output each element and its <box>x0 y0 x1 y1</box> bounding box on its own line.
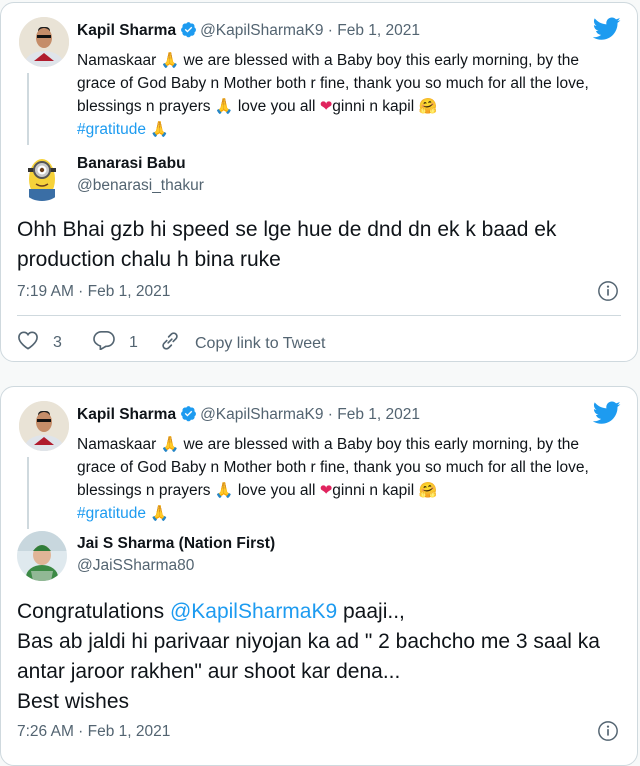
reply-author-name[interactable]: Jai S Sharma (Nation First) <box>77 535 275 553</box>
tweet-date[interactable]: Feb 1, 2021 <box>337 22 420 39</box>
tweet-card: Kapil Sharma @KapilSharmaK9 · Feb 1, 2021… <box>0 386 638 766</box>
text-segment: Namaskaar <box>77 52 157 69</box>
pray-emoji: 🙏 <box>150 504 169 522</box>
text-segment: paaji.., <box>337 600 405 623</box>
author-name[interactable]: Kapil Sharma <box>77 406 176 423</box>
text-segment: Congratulations <box>17 600 170 623</box>
author-handle[interactable]: @KapilSharmaK9 <box>200 406 323 423</box>
tweet-card: Kapil Sharma @KapilSharmaK9 · Feb 1, 2021… <box>0 2 638 362</box>
copy-link-label: Copy link to Tweet <box>195 334 326 352</box>
twitter-bird-icon[interactable] <box>592 401 621 430</box>
text-segment: Bas ab jaldi hi parivaar niyojan ka ad "… <box>17 630 600 683</box>
avatar-kapil-sharma[interactable] <box>19 17 69 67</box>
author-name[interactable]: Kapil Sharma <box>77 22 176 39</box>
reply-author-handle[interactable]: @benarasi_thakur <box>77 177 204 195</box>
pray-emoji: 🙏 <box>160 51 180 69</box>
quoted-header: Kapil Sharma @KapilSharmaK9 · Feb 1, 2021 <box>77 21 420 43</box>
reply-text: Congratulations @KapilSharmaK9 paaji.., B… <box>17 597 617 717</box>
pray-emoji: 🙏 <box>160 435 180 453</box>
info-icon[interactable] <box>597 280 619 307</box>
reply-author-handle[interactable]: @JaiSSharma80 <box>77 557 194 575</box>
pray-emoji: 🙏 <box>214 97 234 115</box>
reply-icon <box>93 330 129 355</box>
thread-line <box>27 457 29 529</box>
twitter-bird-icon[interactable] <box>592 17 621 46</box>
avatar-banarasi-babu[interactable] <box>17 151 67 201</box>
pray-emoji: 🙏 <box>150 120 169 138</box>
thread-line <box>27 73 29 145</box>
divider <box>17 315 621 316</box>
like-count: 3 <box>53 333 62 351</box>
heart-emoji: ❤ <box>319 481 333 499</box>
text-segment: ginni n kapil <box>332 98 419 115</box>
reply-timestamp[interactable]: 7:19 AM · Feb 1, 2021 <box>17 283 170 301</box>
hashtag-link[interactable]: #gratitude <box>77 505 146 522</box>
reply-count: 1 <box>129 333 138 351</box>
text-segment: ginni n kapil <box>332 482 419 499</box>
reply-text: Ohh Bhai gzb hi speed se lge hue de dnd … <box>17 218 557 271</box>
copy-link-button[interactable]: Copy link to Tweet <box>159 330 325 357</box>
avatar-jai-s-sharma[interactable] <box>17 531 67 581</box>
info-icon[interactable] <box>597 720 619 747</box>
pray-emoji: 🙏 <box>214 481 234 499</box>
author-handle[interactable]: @KapilSharmaK9 <box>200 22 323 39</box>
tweet-date[interactable]: Feb 1, 2021 <box>337 406 420 423</box>
quoted-header: Kapil Sharma @KapilSharmaK9 · Feb 1, 2021 <box>77 405 420 427</box>
quoted-text: Namaskaar 🙏 we are blessed with a Baby b… <box>77 49 617 141</box>
text-segment: Namaskaar <box>77 436 157 453</box>
quoted-text: Namaskaar 🙏 we are blessed with a Baby b… <box>77 433 617 525</box>
heart-emoji: ❤ <box>319 97 333 115</box>
text-segment: love you all <box>233 98 320 115</box>
link-icon <box>159 330 195 357</box>
reply-button[interactable]: 1 <box>93 330 138 355</box>
reply-timestamp[interactable]: 7:26 AM · Feb 1, 2021 <box>17 723 170 741</box>
hugging-emoji: 🤗 <box>418 481 438 499</box>
hugging-emoji: 🤗 <box>418 97 438 115</box>
text-segment: love you all <box>233 482 320 499</box>
hashtag-link[interactable]: #gratitude <box>77 121 146 138</box>
avatar-kapil-sharma[interactable] <box>19 401 69 451</box>
verified-badge-icon <box>180 405 197 427</box>
mention-link[interactable]: @KapilSharmaK9 <box>170 600 337 623</box>
like-button[interactable]: 3 <box>17 330 62 355</box>
text-segment: Best wishes <box>17 690 130 713</box>
reply-author-name[interactable]: Banarasi Babu <box>77 155 186 173</box>
heart-icon <box>17 330 53 355</box>
verified-badge-icon <box>180 21 197 43</box>
